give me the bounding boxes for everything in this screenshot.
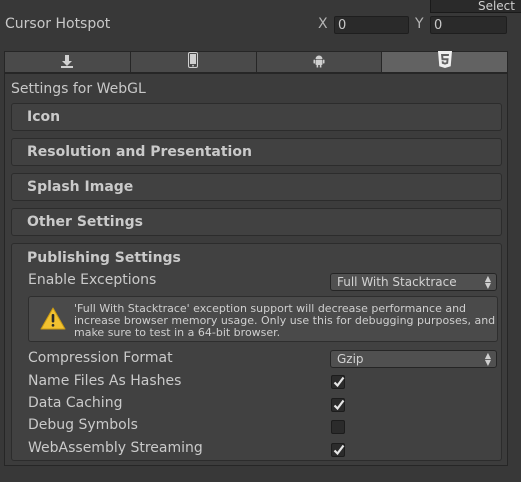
panel-title: Settings for WebGL	[11, 81, 146, 97]
splash-section-header[interactable]: Splash Image	[11, 173, 502, 201]
data-caching-label: Data Caching	[28, 395, 123, 411]
enable-exceptions-dropdown[interactable]: Full With Stacktrace ▲ ▼	[330, 273, 497, 291]
tab-android[interactable]	[255, 51, 382, 73]
mobile-icon	[188, 52, 199, 72]
tab-ios[interactable]	[129, 51, 256, 73]
section-label: Resolution and Presentation	[27, 144, 252, 160]
section-label: Icon	[27, 109, 61, 125]
debug-symbols-label: Debug Symbols	[28, 417, 138, 433]
platform-tabs	[4, 51, 508, 73]
section-label: Splash Image	[27, 179, 134, 195]
enable-exceptions-label: Enable Exceptions	[28, 272, 157, 288]
checkmark-icon	[333, 399, 345, 411]
html5-icon	[437, 51, 453, 73]
other-settings-section-header[interactable]: Other Settings	[11, 208, 502, 236]
checkmark-icon	[333, 376, 345, 388]
tab-standalone[interactable]	[4, 51, 130, 73]
download-icon	[60, 53, 74, 72]
resolution-section-header[interactable]: Resolution and Presentation	[11, 138, 502, 166]
name-files-as-hashes-label: Name Files As Hashes	[28, 373, 182, 389]
webassembly-streaming-label: WebAssembly Streaming	[28, 440, 203, 456]
checkmark-icon	[333, 444, 345, 456]
section-label: Other Settings	[27, 214, 143, 230]
tab-webgl[interactable]	[381, 51, 508, 73]
compression-format-label: Compression Format	[28, 350, 173, 366]
exception-warning-box: 'Full With Stacktrace' exception support…	[28, 296, 498, 342]
name-files-as-hashes-checkbox[interactable]	[331, 375, 345, 389]
select-button[interactable]: Select	[430, 0, 521, 13]
hotspot-y-label: Y	[415, 16, 424, 32]
android-icon	[313, 53, 325, 72]
data-caching-checkbox[interactable]	[331, 398, 345, 412]
hotspot-x-label: X	[318, 16, 328, 32]
webassembly-streaming-checkbox[interactable]	[331, 443, 345, 457]
hotspot-y-field[interactable]: 0	[430, 16, 507, 34]
dropdown-value: Full With Stacktrace	[337, 275, 457, 289]
debug-symbols-checkbox[interactable]	[331, 420, 345, 434]
dropdown-value: Gzip	[337, 352, 364, 366]
dropdown-arrows-icon: ▲ ▼	[484, 351, 491, 367]
cursor-hotspot-label: Cursor Hotspot	[5, 16, 111, 32]
compression-format-dropdown[interactable]: Gzip ▲ ▼	[330, 350, 497, 368]
dropdown-arrows-icon: ▲ ▼	[484, 274, 491, 290]
hotspot-x-field[interactable]: 0	[334, 16, 409, 34]
icon-section-header[interactable]: Icon	[11, 103, 502, 131]
publishing-settings-header[interactable]: Publishing Settings	[27, 250, 181, 266]
warning-message: 'Full With Stacktrace' exception support…	[74, 302, 496, 339]
warning-icon	[40, 307, 66, 334]
